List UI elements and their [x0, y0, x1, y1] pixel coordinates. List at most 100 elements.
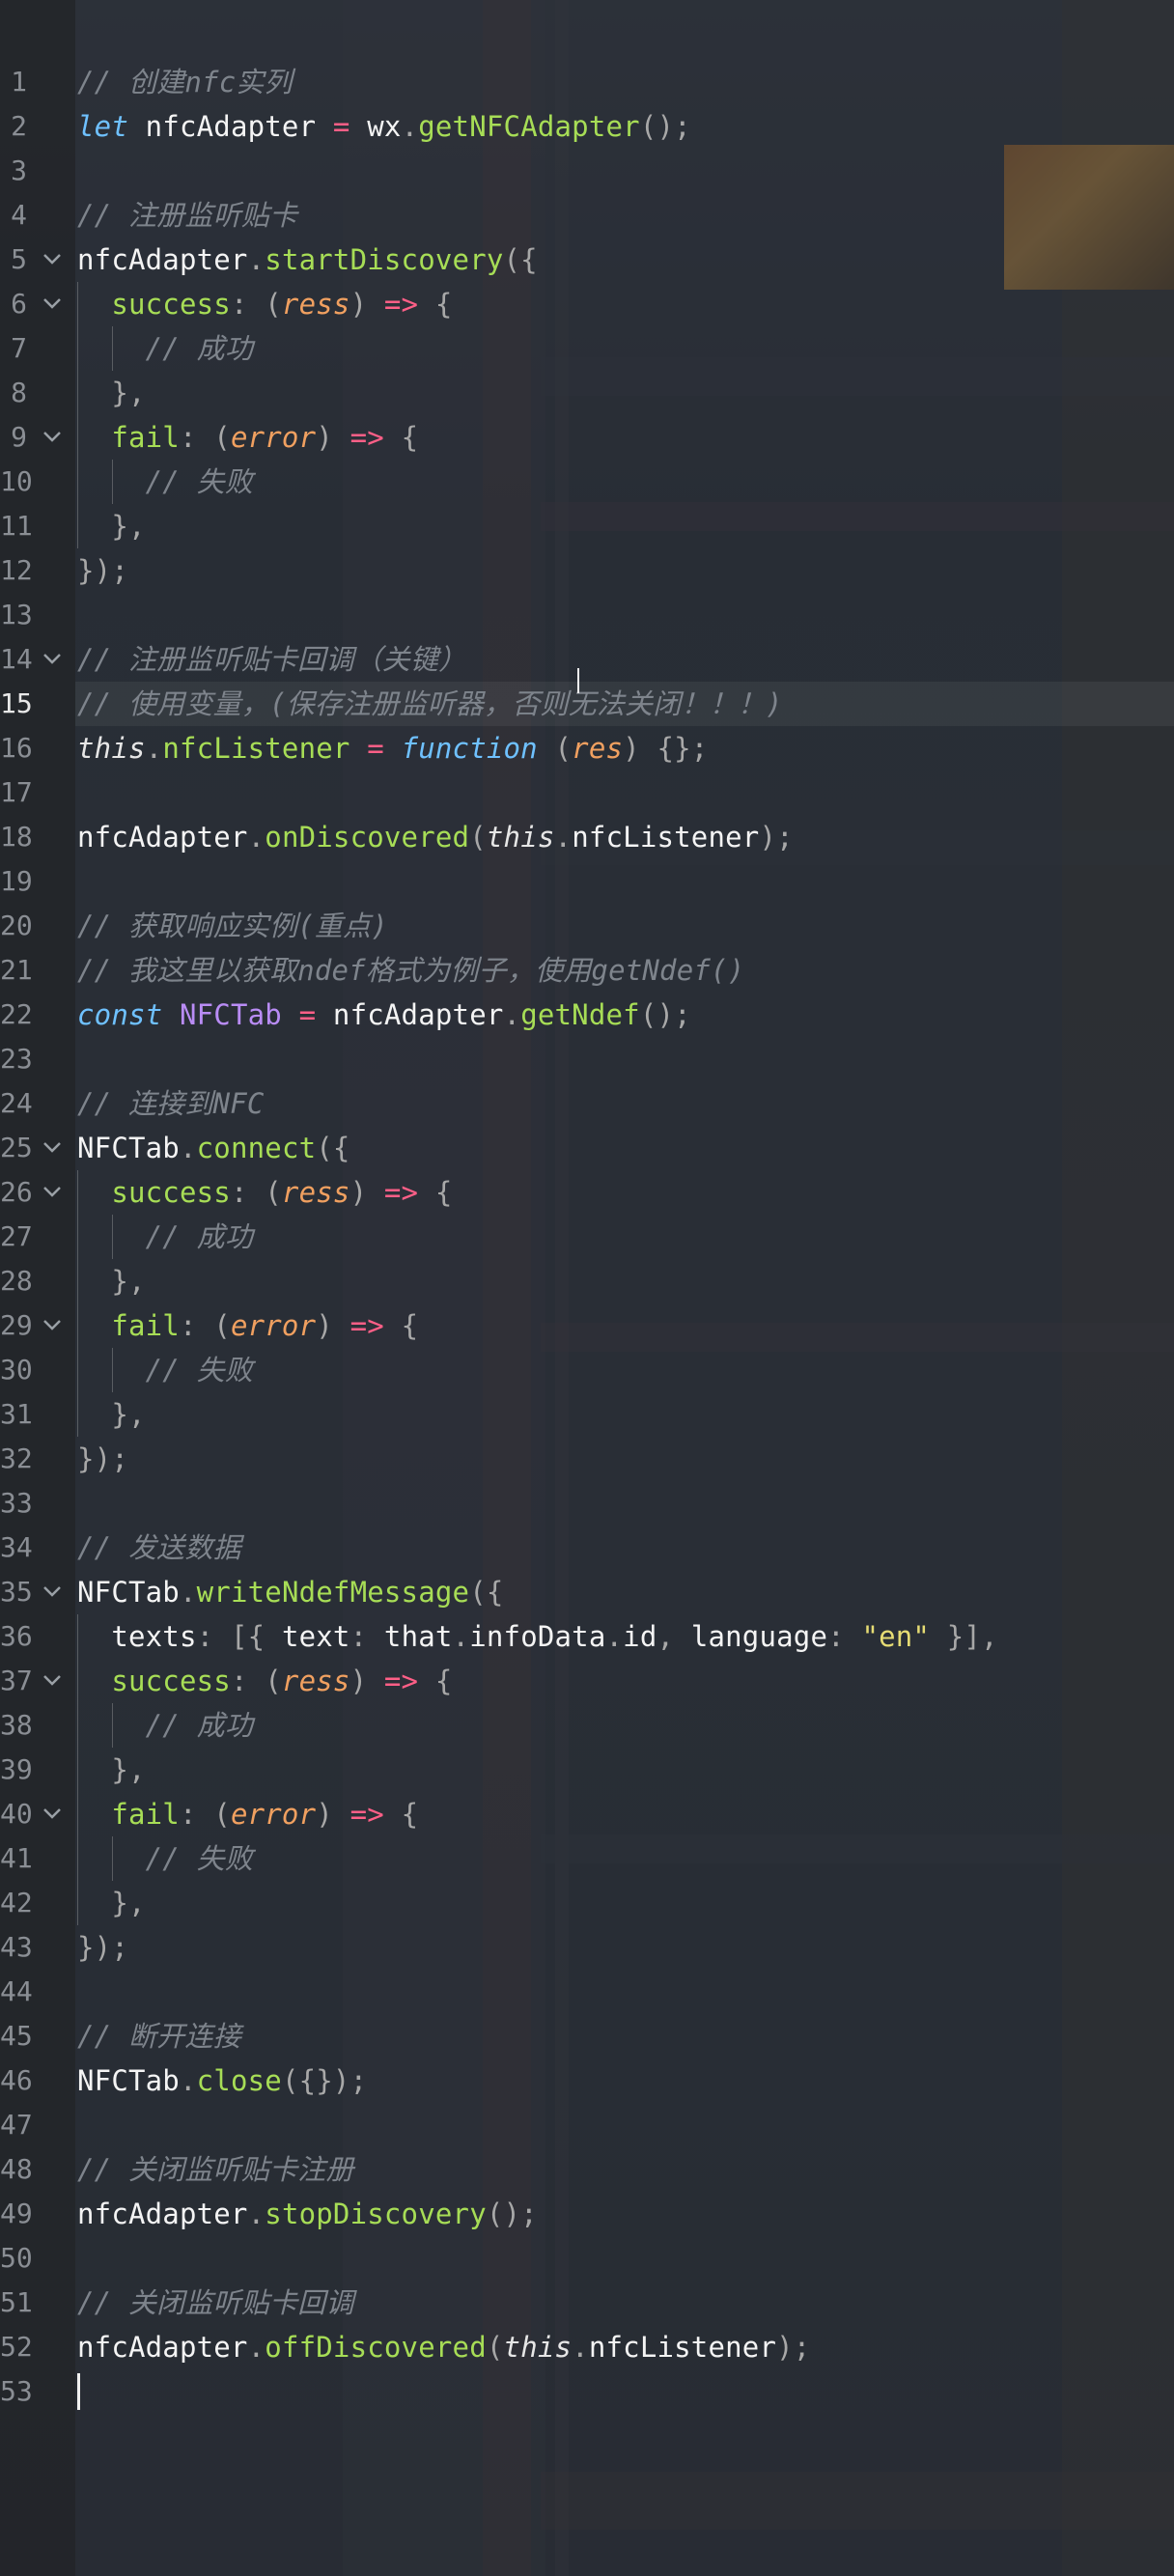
code-line[interactable]: // 连接到NFC	[77, 1081, 265, 1126]
code-line[interactable]: // 断开连接	[77, 2014, 241, 2058]
code-token: // 关闭监听贴卡回调	[77, 2286, 354, 2319]
code-line[interactable]: // 注册监听贴卡	[77, 193, 297, 238]
code-line[interactable]: },	[77, 1748, 146, 1792]
code-line[interactable]: },	[77, 371, 146, 415]
code-token: =>	[383, 1176, 419, 1209]
code-token: ress	[281, 288, 350, 321]
code-token: fail	[77, 421, 180, 454]
code-token: )	[316, 421, 350, 454]
code-line[interactable]: success: (ress) => {	[77, 282, 453, 326]
code-token: nfcAdapter	[77, 2198, 248, 2230]
code-token: =>	[383, 288, 419, 321]
chevron-down-icon[interactable]	[42, 1126, 62, 1170]
code-line[interactable]: success: (ress) => {	[77, 1170, 453, 1215]
code-line[interactable]: },	[77, 1259, 146, 1303]
chevron-down-icon[interactable]	[42, 637, 62, 682]
line-number: 25	[0, 1132, 33, 1163]
line-number: 43	[0, 1931, 33, 1963]
code-line[interactable]: fail: (error) => {	[77, 415, 418, 460]
chevron-down-icon[interactable]	[42, 1792, 62, 1836]
indent-guide	[77, 1170, 78, 1437]
code-line[interactable]: },	[77, 1881, 146, 1925]
code-line[interactable]: this.nfcListener = function (res) {};	[77, 726, 708, 770]
code-line[interactable]: nfcAdapter.stopDiscovery();	[77, 2192, 538, 2236]
code-token: );	[776, 2331, 811, 2364]
code-token: });	[77, 1931, 128, 1964]
code-line[interactable]: NFCTab.close({});	[77, 2058, 367, 2103]
line-number: 33	[0, 1487, 33, 1519]
code-line[interactable]: // 创建nfc实列	[77, 60, 293, 104]
code-token: :	[349, 1620, 384, 1653]
code-token: },	[77, 1887, 146, 1919]
chevron-down-icon[interactable]	[42, 415, 62, 460]
code-line[interactable]: fail: (error) => {	[77, 1792, 418, 1836]
code-line[interactable]: success: (ress) => {	[77, 1659, 453, 1703]
code-token: // 失败	[77, 1354, 254, 1386]
code-token: // 我这里以获取ndef格式为例子，使用getNdef()	[77, 954, 745, 987]
code-line[interactable]: // 成功	[77, 1215, 253, 1259]
code-token: :	[827, 1620, 862, 1653]
line-number: 9	[11, 421, 27, 453]
line-number: 3	[11, 154, 27, 186]
line-number: 47	[0, 2109, 33, 2141]
code-line[interactable]: fail: (error) => {	[77, 1303, 418, 1348]
code-token: =>	[349, 1798, 384, 1831]
text-caret	[77, 2373, 80, 2410]
code-token: // 获取响应实例(重点)	[77, 910, 388, 942]
chevron-down-icon[interactable]	[42, 282, 62, 326]
code-token: .	[554, 821, 573, 854]
chevron-down-icon[interactable]	[42, 1659, 62, 1703]
code-token: : (	[230, 1176, 282, 1209]
code-token: NFCTab	[77, 1132, 180, 1164]
code-line[interactable]: },	[77, 504, 146, 548]
code-line[interactable]: });	[77, 1925, 128, 1970]
code-token: ();	[486, 2198, 538, 2230]
code-token: // 使用变量，(保存注册监听器，否则无法关闭！！！)	[77, 687, 783, 720]
line-number: 2	[11, 110, 27, 142]
code-line[interactable]: // 失败	[77, 1348, 253, 1392]
line-number: 6	[11, 288, 27, 320]
chevron-down-icon[interactable]	[42, 1570, 62, 1614]
code-line[interactable]: // 使用变量，(保存注册监听器，否则无法关闭！！！)	[77, 682, 783, 726]
code-line[interactable]: nfcAdapter.startDiscovery({	[77, 238, 538, 282]
code-token: // 失败	[77, 465, 254, 498]
code-line[interactable]: nfcAdapter.onDiscovered(this.nfcListener…	[77, 815, 794, 859]
code-token: .	[605, 1620, 624, 1653]
code-line[interactable]: const NFCTab = nfcAdapter.getNdef();	[77, 993, 691, 1037]
code-line[interactable]: // 获取响应实例(重点)	[77, 904, 388, 948]
code-token: ();	[639, 998, 691, 1031]
chevron-down-icon[interactable]	[42, 1303, 62, 1348]
chevron-down-icon[interactable]	[42, 238, 62, 282]
code-line[interactable]: },	[77, 1392, 146, 1437]
code-token: .	[179, 1132, 197, 1164]
code-line[interactable]: // 关闭监听贴卡注册	[77, 2147, 354, 2192]
code-line[interactable]: // 成功	[77, 1703, 253, 1748]
code-token: getNdef	[520, 998, 640, 1031]
code-line[interactable]: let nfcAdapter = wx.getNFCAdapter();	[77, 104, 691, 149]
mouse-ibeam-cursor	[577, 668, 579, 693]
code-token: fail	[77, 1798, 180, 1831]
code-token: .	[247, 243, 266, 276]
code-line[interactable]: // 失败	[77, 460, 253, 504]
chevron-down-icon[interactable]	[42, 1170, 62, 1215]
code-token: writeNdefMessage	[196, 1576, 470, 1609]
code-token: NFCTab	[77, 2064, 180, 2097]
code-line[interactable]: // 注册监听贴卡回调（关键）	[77, 637, 466, 682]
code-line[interactable]: // 我这里以获取ndef格式为例子，使用getNdef()	[77, 948, 744, 993]
code-line[interactable]: // 失败	[77, 1836, 253, 1881]
code-line[interactable]: });	[77, 1437, 128, 1481]
code-line[interactable]: NFCTab.connect({	[77, 1126, 350, 1170]
code-token: )	[316, 1309, 350, 1342]
code-token: )	[316, 1798, 350, 1831]
code-token: .	[179, 1576, 197, 1609]
code-line[interactable]: NFCTab.writeNdefMessage({	[77, 1570, 504, 1614]
code-line[interactable]: });	[77, 548, 128, 593]
code-line[interactable]: texts: [{ text: that.infoData.id, langua…	[77, 1614, 998, 1659]
code-line[interactable]: // 关闭监听贴卡回调	[77, 2281, 354, 2325]
code-line[interactable]: // 成功	[77, 326, 253, 371]
code-line[interactable]: // 发送数据	[77, 1526, 241, 1570]
line-number: 32	[0, 1442, 33, 1474]
code-token: },	[77, 510, 146, 543]
code-line[interactable]: nfcAdapter.offDiscovered(this.nfcListene…	[77, 2325, 810, 2369]
code-token: });	[77, 554, 128, 587]
